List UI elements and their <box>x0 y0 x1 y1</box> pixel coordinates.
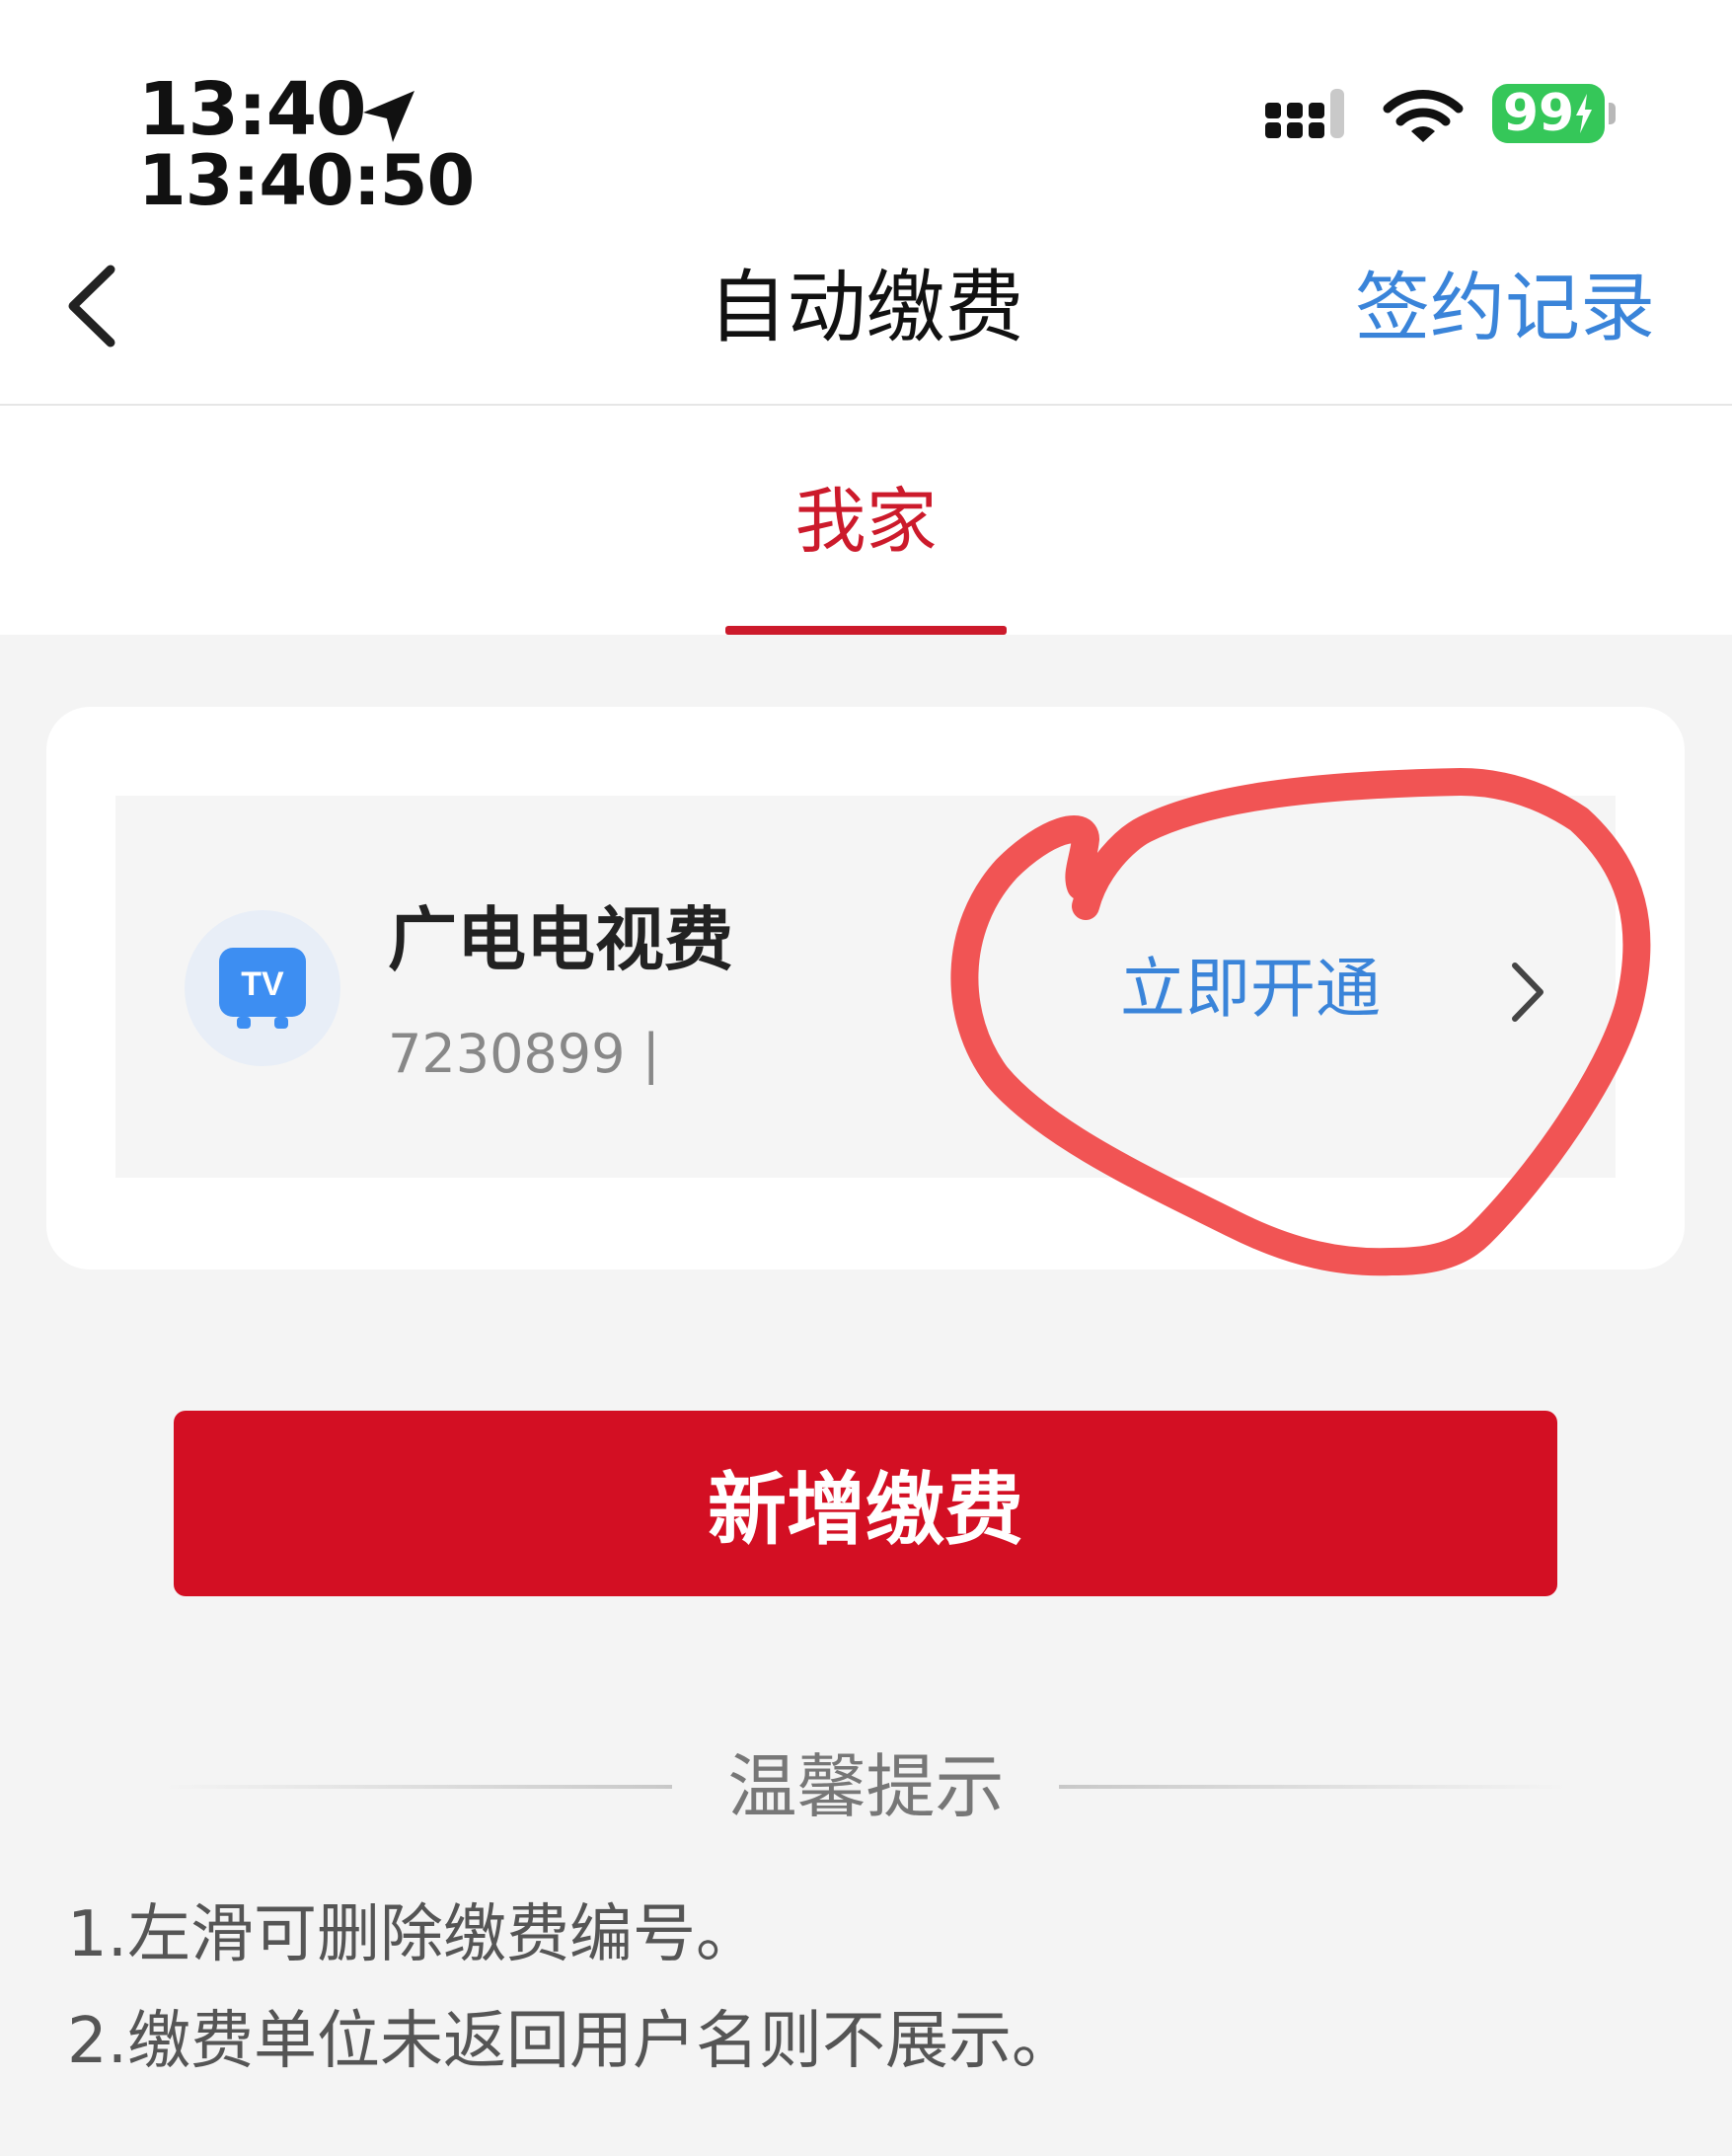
tip-item: 2.缴费单位未返回用户名则不展示。 <box>67 2005 1076 2078</box>
tv-icon-label: TV <box>241 965 284 1003</box>
battery-level: 99 <box>1502 84 1575 143</box>
battery-cap <box>1609 103 1616 124</box>
charging-bolt-icon <box>1576 94 1593 133</box>
add-payment-button[interactable]: 新增缴费 <box>174 1411 1557 1596</box>
status-time-seconds: 13:40:50 <box>138 140 475 221</box>
tab-active-indicator <box>725 626 1007 635</box>
tip-item: 1.左滑可删除缴费编号。 <box>67 1898 760 1971</box>
header-divider <box>0 404 1732 406</box>
payment-item-number: 7230899 | <box>388 1023 660 1085</box>
tv-icon: TV <box>219 948 306 1029</box>
status-time: 13:40 <box>138 67 367 152</box>
wifi-icon <box>1383 90 1464 142</box>
sign-record-link[interactable]: 签约记录 <box>1355 259 1655 357</box>
tv-service-avatar: TV <box>185 910 340 1066</box>
battery-indicator: 99 <box>1492 84 1605 143</box>
red-circle-annotation <box>950 768 1651 1276</box>
tab-my-home[interactable]: 我家 <box>0 472 1732 571</box>
cellular-signal-icon <box>1265 89 1344 138</box>
location-arrow-icon <box>363 91 414 142</box>
tips-divider-right <box>1059 1785 1568 1789</box>
payment-item-name: 广电电视费 <box>388 899 733 980</box>
